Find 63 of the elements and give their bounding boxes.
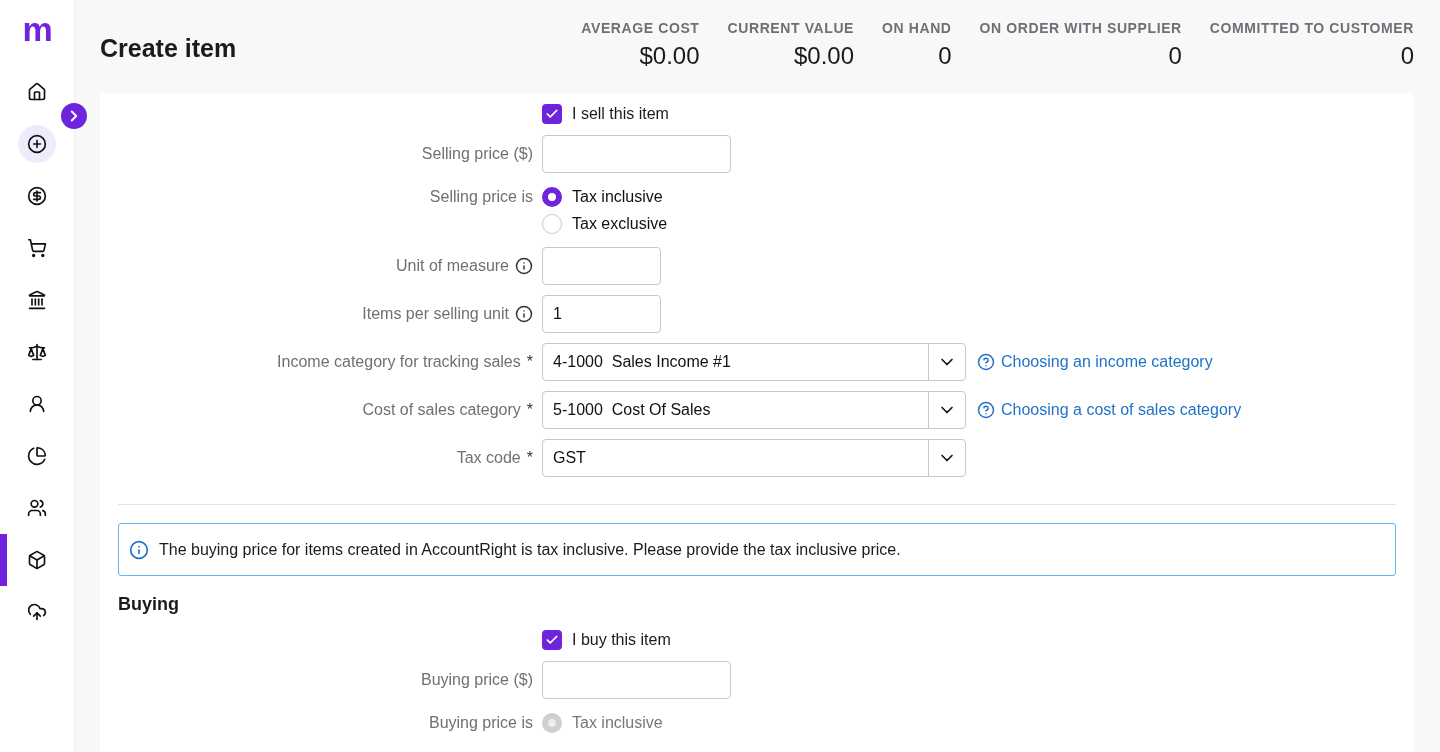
field-label: Selling price is <box>429 187 533 206</box>
checkbox-label: I sell this item <box>572 105 669 123</box>
pie-chart-icon <box>27 446 47 466</box>
required-mark: * <box>526 448 533 467</box>
help-link[interactable]: Choosing a cost of sales category <box>977 401 1242 419</box>
input-field[interactable] <box>542 661 731 699</box>
help-link[interactable]: Choosing an income category <box>977 353 1213 371</box>
info-icon <box>129 539 149 560</box>
stat-label: COMMITTED TO CUSTOMER <box>1209 19 1414 36</box>
field-label: Buying price is <box>428 713 533 732</box>
checkbox-box[interactable] <box>542 630 562 650</box>
dropdown-field[interactable]: 5-1000 Cost Of Sales <box>542 391 966 429</box>
field-label: Items per selling unit <box>362 304 509 323</box>
people-icon <box>27 498 47 518</box>
cube-icon <box>27 550 47 570</box>
bank-icon <box>27 290 47 310</box>
radio-label: Tax inclusive <box>572 186 663 207</box>
required-mark: * <box>526 352 533 371</box>
field-label: Cost of sales category <box>362 400 521 419</box>
field-label: Unit of measure <box>396 256 509 275</box>
cloud-upload-icon <box>27 602 47 622</box>
scales-icon <box>27 342 47 362</box>
field-label: Buying price ($) <box>420 670 533 689</box>
field-label: Selling price ($) <box>421 144 533 163</box>
field-label: Tax code <box>456 448 521 467</box>
input-field[interactable] <box>542 247 661 285</box>
help-icon <box>977 401 995 419</box>
stat-label: AVERAGE COST <box>581 19 700 36</box>
stat-value: $0.00 <box>794 41 855 70</box>
stat-value: 0 <box>1400 41 1414 70</box>
plus-circle-icon <box>27 134 47 154</box>
home-icon <box>27 82 47 102</box>
radio-button[interactable] <box>542 186 562 207</box>
required-mark: * <box>526 400 533 419</box>
person-icon <box>27 394 47 414</box>
expand-button[interactable] <box>61 103 87 129</box>
notice-text: The buying price for items created in AccountRight is tax inclusive. Please provide the tax inclusive price. <box>159 540 901 559</box>
logo[interactable]: m <box>22 14 52 46</box>
info-icon[interactable] <box>515 256 533 275</box>
stat-value: 0 <box>938 41 952 70</box>
field-label: Income category for tracking sales <box>277 352 521 371</box>
info-icon[interactable] <box>515 304 533 323</box>
section-heading: Buying <box>118 594 180 615</box>
stat-label: ON ORDER WITH SUPPLIER <box>979 19 1182 36</box>
radio-label: Tax exclusive <box>572 213 668 234</box>
stat-value: $0.00 <box>639 41 700 70</box>
dropdown-field[interactable]: 4-1000 Sales Income #1 <box>542 343 966 381</box>
dollar-circle-icon <box>27 186 47 206</box>
checkbox-box[interactable] <box>542 104 562 124</box>
input-field[interactable]: 1 <box>542 295 661 333</box>
checkbox[interactable]: I sell this item <box>542 103 669 125</box>
help-icon <box>977 353 995 371</box>
input-field[interactable] <box>542 135 731 173</box>
stat-value: 0 <box>1168 41 1182 70</box>
checkbox-label: I buy this item <box>572 631 671 649</box>
dropdown-field[interactable]: GST <box>542 439 966 477</box>
cart-icon <box>27 238 47 258</box>
nav-button[interactable] <box>18 125 56 163</box>
page-title: Create item <box>100 34 237 63</box>
stat-label: CURRENT VALUE <box>727 19 855 36</box>
checkbox[interactable]: I buy this item <box>542 629 671 651</box>
stat-label: ON HAND <box>882 19 952 36</box>
radio-label: Tax inclusive <box>572 712 663 733</box>
